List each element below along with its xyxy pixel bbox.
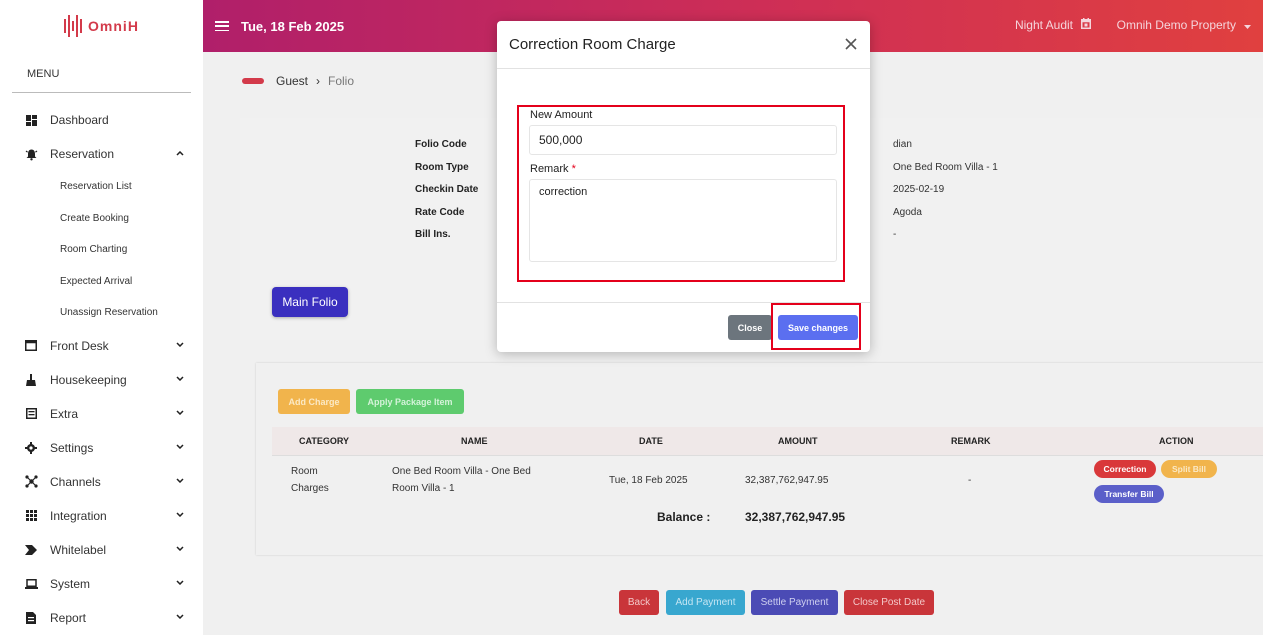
new-amount-input[interactable] [529,125,837,155]
remark-label-text: Remark [530,163,569,175]
close-icon[interactable] [844,37,858,51]
remark-label: Remark * [530,163,576,175]
new-amount-label: New Amount [530,109,593,121]
modal-close-button[interactable]: Close [728,315,772,340]
modal-header: Correction Room Charge [497,21,870,69]
required-marker: * [571,163,576,175]
save-highlight-box [771,303,861,350]
correction-room-charge-modal: Correction Room Charge New Amount Remark… [497,21,870,352]
modal-title: Correction Room Charge [509,36,676,53]
remark-textarea[interactable]: correction [529,179,837,262]
